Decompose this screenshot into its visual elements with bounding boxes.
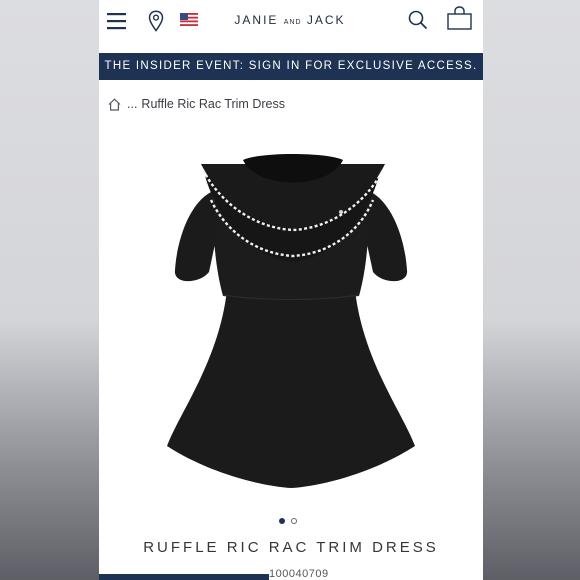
breadcrumb: ... Ruffle Ric Rac Trim Dress: [108, 95, 285, 113]
breadcrumb-current: Ruffle Ric Rac Trim Dress: [141, 97, 285, 111]
phone-screen: JANIE AND JACK THE INSIDER EVENT: SIGN I…: [99, 0, 483, 580]
breadcrumb-ellipsis[interactable]: ...: [127, 97, 137, 111]
image-carousel-dots: [277, 518, 307, 528]
product-title: RUFFLE RIC RAC TRIM DRESS: [143, 539, 439, 556]
top-nav-bar: JANIE AND JACK: [99, 0, 483, 44]
us-flag-icon[interactable]: [180, 13, 198, 26]
brand-word-janie: JANIE: [234, 13, 279, 27]
product-sku: 100040709: [269, 568, 329, 580]
product-image-dress[interactable]: [159, 150, 423, 496]
search-icon[interactable]: [408, 10, 428, 30]
home-icon[interactable]: [108, 97, 121, 111]
menu-icon[interactable]: [107, 12, 127, 30]
brand-word-and: AND: [283, 19, 302, 26]
dress-button: [339, 210, 343, 214]
brand-word-jack: JACK: [306, 13, 346, 27]
location-pin-icon[interactable]: [148, 10, 164, 32]
carousel-dot-1[interactable]: [279, 518, 285, 524]
shopping-bag-icon[interactable]: [447, 6, 473, 30]
brand-logo[interactable]: JANIE AND JACK: [229, 13, 351, 27]
promo-banner[interactable]: THE INSIDER EVENT: SIGN IN FOR EXCLUSIVE…: [99, 53, 483, 80]
carousel-dot-2[interactable]: [291, 518, 297, 524]
bottom-accent-bar: [99, 574, 269, 580]
dress-skirt: [167, 290, 415, 488]
